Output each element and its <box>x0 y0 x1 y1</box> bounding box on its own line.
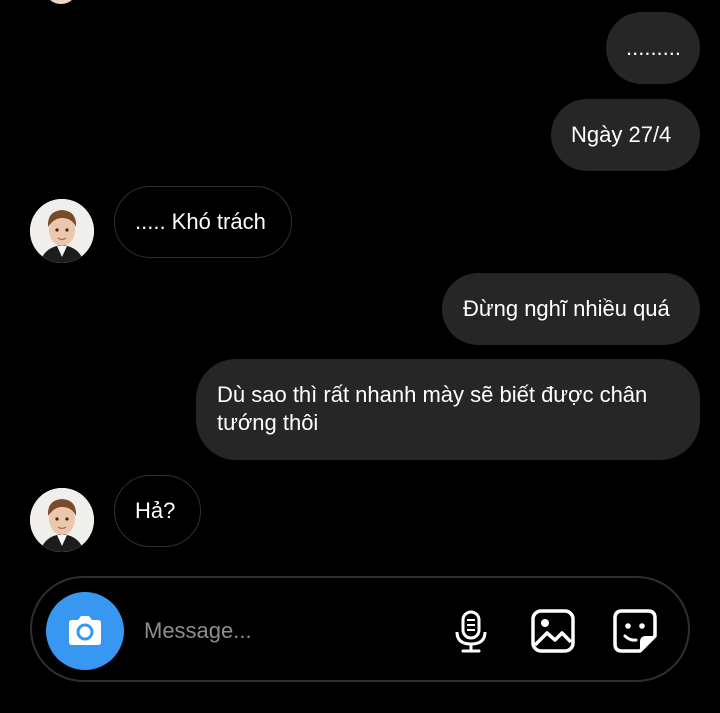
image-icon <box>531 609 575 653</box>
outgoing-message[interactable]: Đừng nghĩ nhiều quá <box>442 273 700 345</box>
microphone-icon <box>455 610 487 653</box>
voice-message-button[interactable] <box>446 606 496 656</box>
sticker-button[interactable] <box>610 606 660 656</box>
outgoing-message[interactable]: ......... <box>606 12 700 84</box>
incoming-message[interactable]: Hả? <box>114 475 201 547</box>
gallery-button[interactable] <box>528 606 578 656</box>
message-text: Dù sao thì rất nhanh mày sẽ biết được ch… <box>217 382 648 435</box>
avatar-portrait <box>30 199 94 263</box>
outgoing-message[interactable]: Ngày 27/4 <box>551 99 700 171</box>
message-text: Hả? <box>135 498 176 523</box>
incoming-message[interactable]: ..... Khó trách <box>114 186 292 258</box>
camera-button[interactable] <box>46 592 124 670</box>
message-text: ..... Khó trách <box>135 209 266 234</box>
message-text: Ngày 27/4 <box>571 122 672 147</box>
message-text: ......... <box>626 35 682 60</box>
avatar-portrait <box>30 488 94 552</box>
outgoing-message[interactable]: Dù sao thì rất nhanh mày sẽ biết được ch… <box>196 359 700 460</box>
message-thread: ......... Ngày 27/4 ..... Khó trách Đừng… <box>0 0 720 575</box>
contact-avatar[interactable] <box>30 199 94 263</box>
message-input[interactable] <box>144 616 424 646</box>
sticker-icon <box>613 609 657 653</box>
contact-avatar[interactable] <box>30 488 94 552</box>
message-text: Đừng nghĩ nhiều quá <box>463 296 670 321</box>
message-composer <box>30 576 690 682</box>
camera-icon <box>69 616 101 645</box>
contact-avatar[interactable] <box>44 0 78 4</box>
